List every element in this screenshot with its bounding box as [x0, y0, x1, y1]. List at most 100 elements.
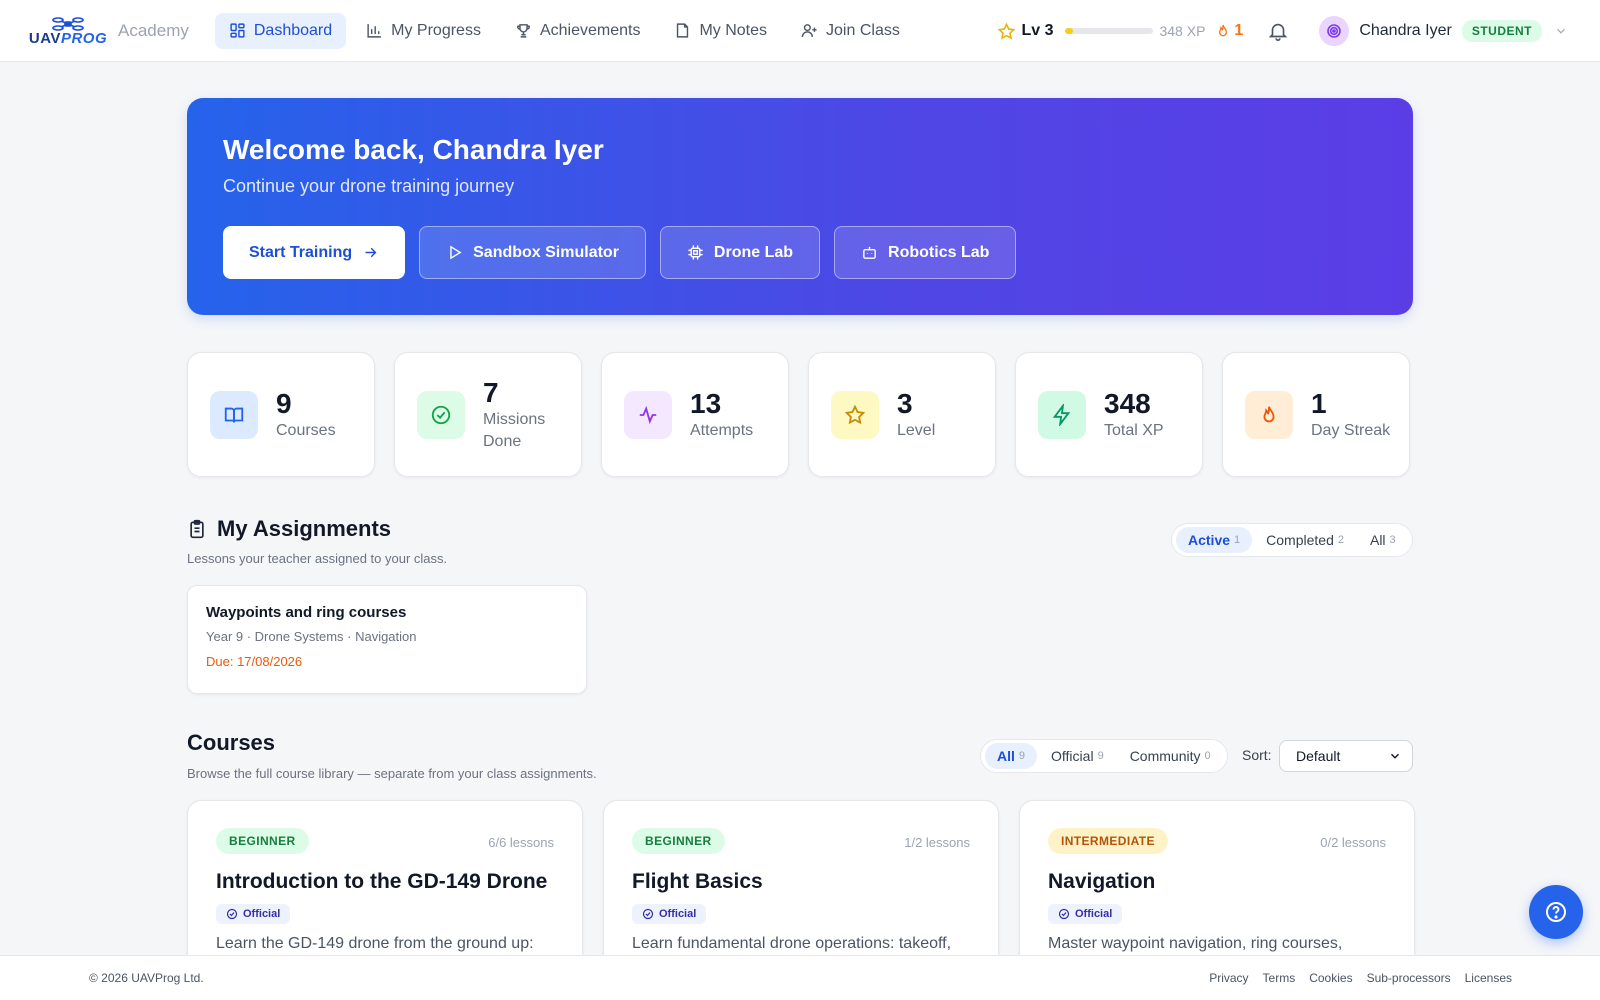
lesson-count: 6/6 lessons	[488, 835, 554, 850]
stat-icon-box	[210, 390, 258, 439]
clipboard-icon	[190, 519, 204, 539]
footer: © 2026 UAVProg Ltd. Privacy Terms Cookie…	[0, 955, 1600, 1000]
streak-indicator: 1	[1215, 22, 1243, 40]
drone-lab-button[interactable]: Drone Lab	[659, 226, 821, 279]
filter-label: Active	[1188, 532, 1231, 548]
filter-label: Completed	[1266, 532, 1334, 548]
level-badge: BEGINNER	[632, 828, 725, 854]
filter-count: 0	[1204, 750, 1211, 762]
brand[interactable]: UAVPROG Academy	[28, 16, 189, 46]
filter-count: 9	[1097, 750, 1104, 762]
nav-dashboard-label: Dashboard	[253, 21, 333, 39]
stat-missions-done: 7 Missions Done	[394, 352, 582, 477]
courses-title: Courses	[187, 730, 276, 755]
chevron-down-icon[interactable]	[1554, 24, 1568, 38]
stat-body: 348 Total XP	[1104, 388, 1194, 442]
stat-courses: 9 Courses	[187, 352, 375, 477]
robotics-lab-button[interactable]: Robotics Lab	[834, 226, 1017, 279]
filter-all[interactable]: All 3	[1358, 527, 1408, 553]
nav-my-notes-label: My Notes	[699, 21, 768, 39]
filter-active[interactable]: Active 1	[1176, 527, 1253, 553]
lesson-count: 1/2 lessons	[904, 835, 970, 850]
assignment-card[interactable]: Waypoints and ring courses Year 9 · Dron…	[187, 585, 587, 694]
hero-actions: Start Training Sandbox Simulator Drone L…	[223, 226, 1017, 279]
assignments-title: My Assignments	[217, 516, 392, 541]
stat-label: Courses	[276, 421, 336, 439]
assignment-filter: Active 1 Completed 2 All 3	[1171, 523, 1413, 557]
start-training-label: Start Training	[249, 243, 353, 261]
nav-join-class-label: Join Class	[826, 21, 900, 39]
footer-link-sub-processors[interactable]: Sub-processors	[1367, 971, 1451, 985]
stat-day-streak: 1 Day Streak	[1222, 352, 1410, 477]
stat-value: 3	[897, 387, 913, 419]
start-training-button[interactable]: Start Training	[223, 226, 406, 279]
course-description: Learn the GD-149 drone from the ground u…	[216, 935, 534, 952]
stat-body: 13 Attempts	[690, 388, 780, 442]
courses-subtitle: Browse the full course library — separat…	[187, 766, 597, 781]
stat-attempts: 13 Attempts	[601, 352, 789, 477]
official-badge-label: Official	[1075, 908, 1113, 920]
user-name: Chandra Iyer	[1359, 22, 1452, 39]
stat-value: 13	[690, 387, 722, 419]
stat-body: 9 Courses	[276, 388, 366, 442]
footer-links: Privacy Terms Cookies Sub-processors Lic…	[1209, 971, 1512, 985]
nav-dashboard[interactable]: Dashboard	[214, 12, 347, 49]
help-button[interactable]	[1529, 885, 1583, 939]
flame-icon	[1219, 24, 1228, 37]
check-circle-icon	[226, 908, 238, 920]
sort-value: Default	[1296, 748, 1341, 764]
xp-progress-bar	[1065, 28, 1154, 34]
stat-body: 7 Missions Done	[483, 377, 573, 453]
user-plus-icon	[801, 24, 817, 37]
course-description: Learn fundamental drone operations: take…	[632, 935, 952, 952]
user-menu[interactable]: Chandra Iyer STUDENT	[1319, 16, 1568, 46]
filter-count: 1	[1234, 534, 1241, 546]
footer-link-cookies[interactable]: Cookies	[1309, 971, 1352, 985]
filter-all-courses[interactable]: All 9	[985, 743, 1038, 769]
stat-icon-box	[624, 390, 672, 439]
sandbox-simulator-button[interactable]: Sandbox Simulator	[419, 226, 646, 279]
uavprog-logo[interactable]: UAVPROG	[28, 16, 108, 46]
level-badge: INTERMEDIATE	[1048, 828, 1168, 854]
filter-community[interactable]: Community 0	[1118, 743, 1223, 769]
avatar[interactable]	[1319, 16, 1350, 46]
assignments-heading: My Assignments	[187, 516, 391, 542]
stat-label: Level	[897, 421, 936, 439]
filter-official[interactable]: Official 9	[1039, 743, 1116, 769]
course-title: Introduction to the GD-149 Drone	[216, 870, 548, 893]
stat-icon-box	[1038, 390, 1086, 439]
stat-label: Total XP	[1104, 421, 1164, 439]
filter-count: 2	[1337, 534, 1344, 546]
help-icon	[1546, 902, 1566, 922]
stat-label: Day Streak	[1311, 421, 1391, 439]
stat-body: 1 Day Streak	[1311, 388, 1401, 442]
book-icon	[224, 407, 244, 423]
role-badge: STUDENT	[1461, 20, 1542, 42]
assignment-due-date: Due: 17/08/2026	[206, 654, 303, 669]
filter-count: 9	[1018, 750, 1026, 762]
nav-my-notes[interactable]: My Notes	[660, 13, 781, 49]
nav-my-progress[interactable]: My Progress	[352, 13, 495, 49]
stat-level: 3 Level	[808, 352, 996, 477]
assignments-subtitle: Lessons your teacher assigned to your cl…	[187, 551, 448, 566]
assignment-title: Waypoints and ring courses	[206, 604, 407, 621]
footer-link-licenses[interactable]: Licenses	[1465, 971, 1512, 985]
sandbox-simulator-label: Sandbox Simulator	[473, 243, 619, 261]
xp-text: 348 XP	[1159, 23, 1206, 39]
nav-join-class[interactable]: Join Class	[787, 13, 914, 49]
target-icon	[1327, 24, 1342, 38]
level-badge: BEGINNER	[216, 828, 309, 854]
robot-icon	[863, 246, 876, 259]
level-indicator: Lv 3	[997, 22, 1053, 41]
bell-icon[interactable]	[1267, 20, 1289, 42]
filter-completed[interactable]: Completed 2	[1254, 527, 1356, 553]
drone-lab-label: Drone Lab	[713, 243, 794, 261]
nav-achievements[interactable]: Achievements	[501, 13, 655, 49]
stat-icon-box	[831, 390, 879, 439]
stats-row: 9 Courses 7 Missions Done 13 Attempts 3 …	[187, 352, 1413, 477]
check-circle-icon	[431, 405, 451, 424]
footer-link-terms[interactable]: Terms	[1263, 971, 1296, 985]
sort-select[interactable]: Default	[1279, 740, 1413, 772]
filter-label: Official	[1051, 748, 1094, 764]
footer-link-privacy[interactable]: Privacy	[1209, 971, 1248, 985]
